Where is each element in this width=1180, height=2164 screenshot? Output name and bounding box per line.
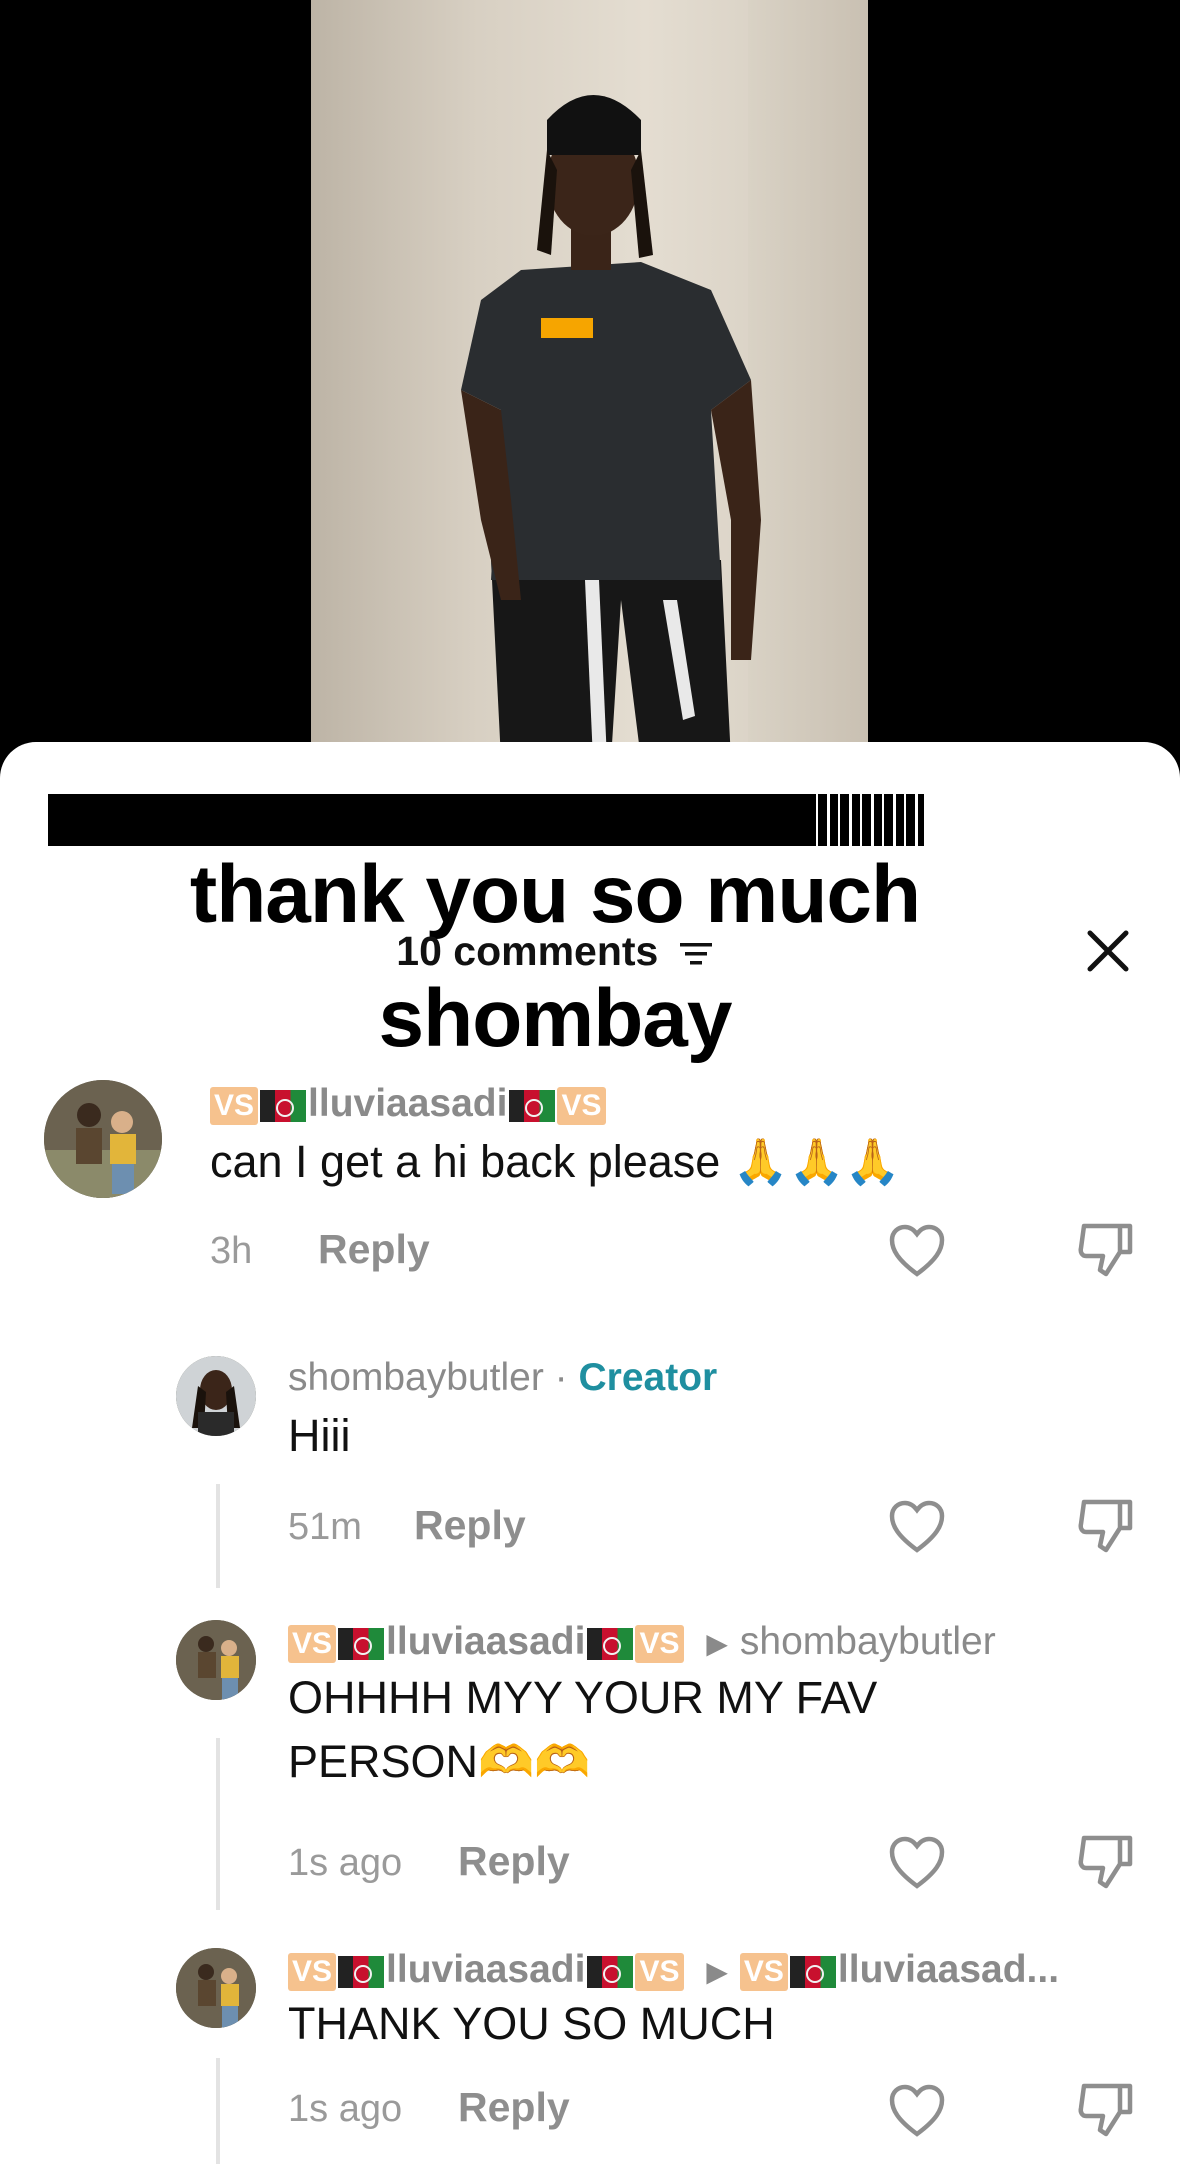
comment-item: shombaybutler · Creator Hiii 51m Reply	[0, 1356, 1180, 1596]
avatar[interactable]	[176, 1356, 256, 1436]
reply-button[interactable]: Reply	[414, 1502, 526, 1549]
comment-timestamp: 1s ago	[288, 2088, 403, 2130]
flag-icon	[509, 1089, 556, 1122]
comment-timestamp: 1s ago	[288, 1842, 403, 1884]
flag-icon	[338, 1627, 385, 1660]
close-icon[interactable]	[1082, 925, 1134, 977]
video-frame	[311, 0, 868, 760]
heart-icon[interactable]	[888, 1500, 946, 1554]
comments-sheet: thank you so much 10 comments shombay VS…	[0, 742, 1180, 2164]
vs-badge: VS	[635, 1624, 684, 1663]
vs-badge: VS	[739, 1952, 788, 1991]
flag-icon	[587, 1627, 634, 1660]
comment-text: THANK YOU SO MUCH	[288, 1998, 775, 2049]
vs-badge: VS	[288, 1952, 337, 1991]
comment-text: can I get a hi back please 🙏🙏🙏	[210, 1136, 901, 1187]
reply-button[interactable]: Reply	[458, 1838, 570, 1885]
comment-item: VS lluviaasadi VS ▶ VS lluviaasad... THANK Y…	[0, 1948, 1180, 2164]
sort-icon[interactable]	[678, 939, 714, 969]
avatar[interactable]	[176, 1620, 256, 1700]
vs-badge: VS	[557, 1086, 606, 1125]
dislike-icon[interactable]	[1076, 2080, 1134, 2138]
vs-badge: VS	[635, 1952, 684, 1991]
dislike-icon[interactable]	[1076, 1496, 1134, 1554]
reply-arrow-icon: ▶	[706, 1628, 728, 1660]
comment-item: VS lluviaasadi VS ▶ shombaybutler OHHHH MYY…	[0, 1620, 1180, 1920]
comment-username[interactable]: VS lluviaasadi VS ▶ shombaybutler	[288, 1620, 996, 1664]
reply-to-username[interactable]: lluviaasad...	[838, 1948, 1059, 1991]
vs-badge: VS	[210, 1086, 259, 1125]
reply-button[interactable]: Reply	[318, 1226, 430, 1273]
creator-badge: Creator	[578, 1356, 718, 1399]
avatar[interactable]	[44, 1080, 162, 1198]
thread-line	[216, 1484, 220, 1588]
flag-icon	[260, 1089, 307, 1122]
flag-icon	[338, 1955, 385, 1988]
comment-username[interactable]: VS lluviaasadi VS ▶ VS lluviaasad...	[288, 1948, 1059, 1992]
comment-count-label: 10 comments	[396, 928, 659, 974]
reply-arrow-icon: ▶	[706, 1956, 728, 1988]
comment-count[interactable]: 10 comments	[0, 928, 1110, 975]
video-player[interactable]	[0, 0, 1180, 760]
reply-button[interactable]: Reply	[458, 2084, 570, 2131]
redacted-caption	[48, 794, 924, 846]
comment-username[interactable]: shombaybutler · Creator	[288, 1356, 717, 1400]
comment-username[interactable]: VS lluviaasadi VS	[210, 1082, 606, 1126]
heart-icon[interactable]	[888, 1224, 946, 1278]
person-figure	[461, 95, 761, 760]
dislike-icon[interactable]	[1076, 1220, 1134, 1278]
avatar[interactable]	[176, 1948, 256, 2028]
comment-timestamp: 51m	[288, 1506, 362, 1548]
overlay-text-bottom: shombay	[378, 973, 733, 1064]
comment-timestamp: 3h	[210, 1230, 253, 1272]
thread-line	[216, 2058, 220, 2164]
dislike-icon[interactable]	[1076, 1832, 1134, 1890]
comment-text: OHHHH MYY YOUR MY FAV PERSON🫶🫶	[288, 1672, 878, 1787]
thread-line	[216, 1738, 220, 1910]
flag-icon	[587, 1955, 634, 1988]
comment-text: Hiii	[288, 1410, 351, 1461]
heart-icon[interactable]	[888, 1836, 946, 1890]
comment-item: VS lluviaasadi VS can I get a hi back plea…	[0, 1080, 1180, 1277]
vs-badge: VS	[288, 1624, 337, 1663]
reply-to-username[interactable]: shombaybutler	[740, 1620, 996, 1663]
heart-icon[interactable]	[888, 2084, 946, 2138]
flag-icon	[789, 1955, 836, 1988]
